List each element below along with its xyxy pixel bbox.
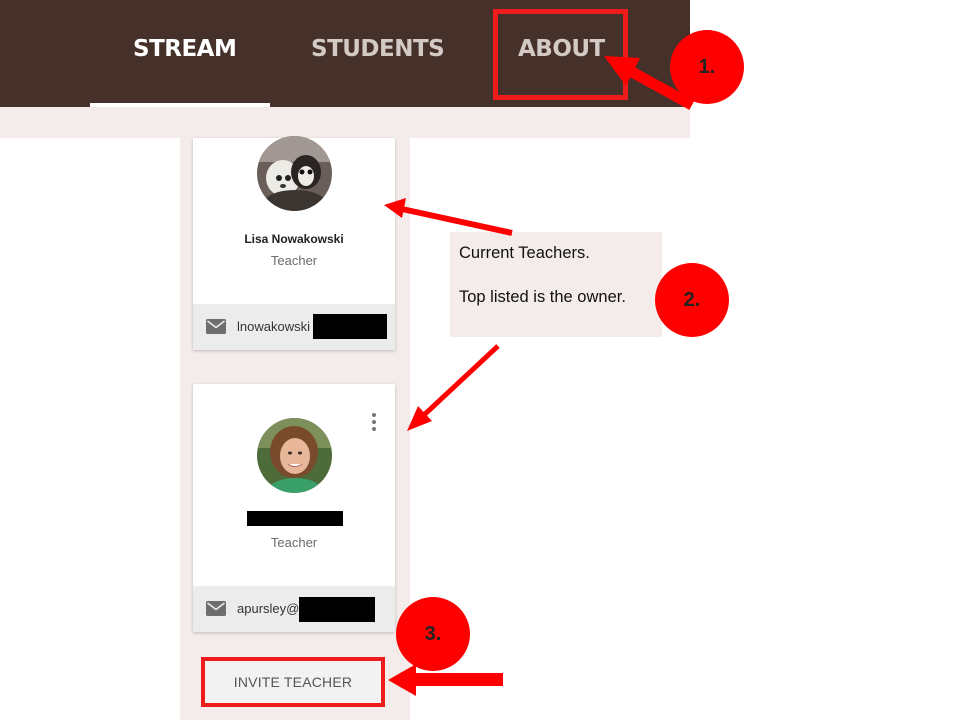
sub-header-strip: [0, 107, 690, 138]
arrow-to-owner: [401, 206, 513, 236]
avatar: [257, 136, 332, 211]
teacher-email: lnowakowski: [237, 319, 310, 334]
callout-text: Current Teachers.: [459, 244, 590, 262]
step-badge: 2.: [655, 263, 729, 337]
teacher-card: Teacher apursley@: [193, 384, 395, 632]
teacher-email: apursley@: [237, 601, 300, 616]
invite-teacher-button[interactable]: INVITE TEACHER: [201, 657, 385, 707]
tab-students[interactable]: STUDENTS: [311, 36, 445, 62]
arrow-to-teacher: [422, 344, 500, 417]
step-badge: 1.: [670, 30, 744, 104]
name-redaction-bar: [247, 511, 343, 526]
arrow-head: [407, 406, 432, 431]
callout-text: Top listed is the owner.: [459, 288, 626, 306]
teacher-name: Lisa Nowakowski: [244, 232, 344, 246]
teacher-card-owner: Lisa Nowakowski Teacher lnowakowski: [193, 136, 395, 350]
more-vert-icon[interactable]: [369, 412, 379, 432]
callout-box: Current Teachers. Top listed is the owne…: [450, 232, 662, 337]
teacher-role: Teacher: [270, 535, 318, 550]
redaction-bar: [299, 597, 375, 622]
mail-icon: [206, 319, 226, 334]
about-tab-highlight: [493, 9, 628, 100]
email-row[interactable]: apursley@: [193, 586, 395, 632]
step-badge: 3.: [396, 597, 470, 671]
mail-icon: [206, 601, 226, 616]
arrow-to-invite: [413, 673, 503, 686]
teacher-role: Teacher: [270, 253, 318, 268]
avatar: [257, 418, 332, 493]
redaction-bar: [313, 314, 387, 339]
tab-stream[interactable]: STREAM: [133, 36, 237, 62]
email-row[interactable]: lnowakowski: [193, 304, 395, 350]
